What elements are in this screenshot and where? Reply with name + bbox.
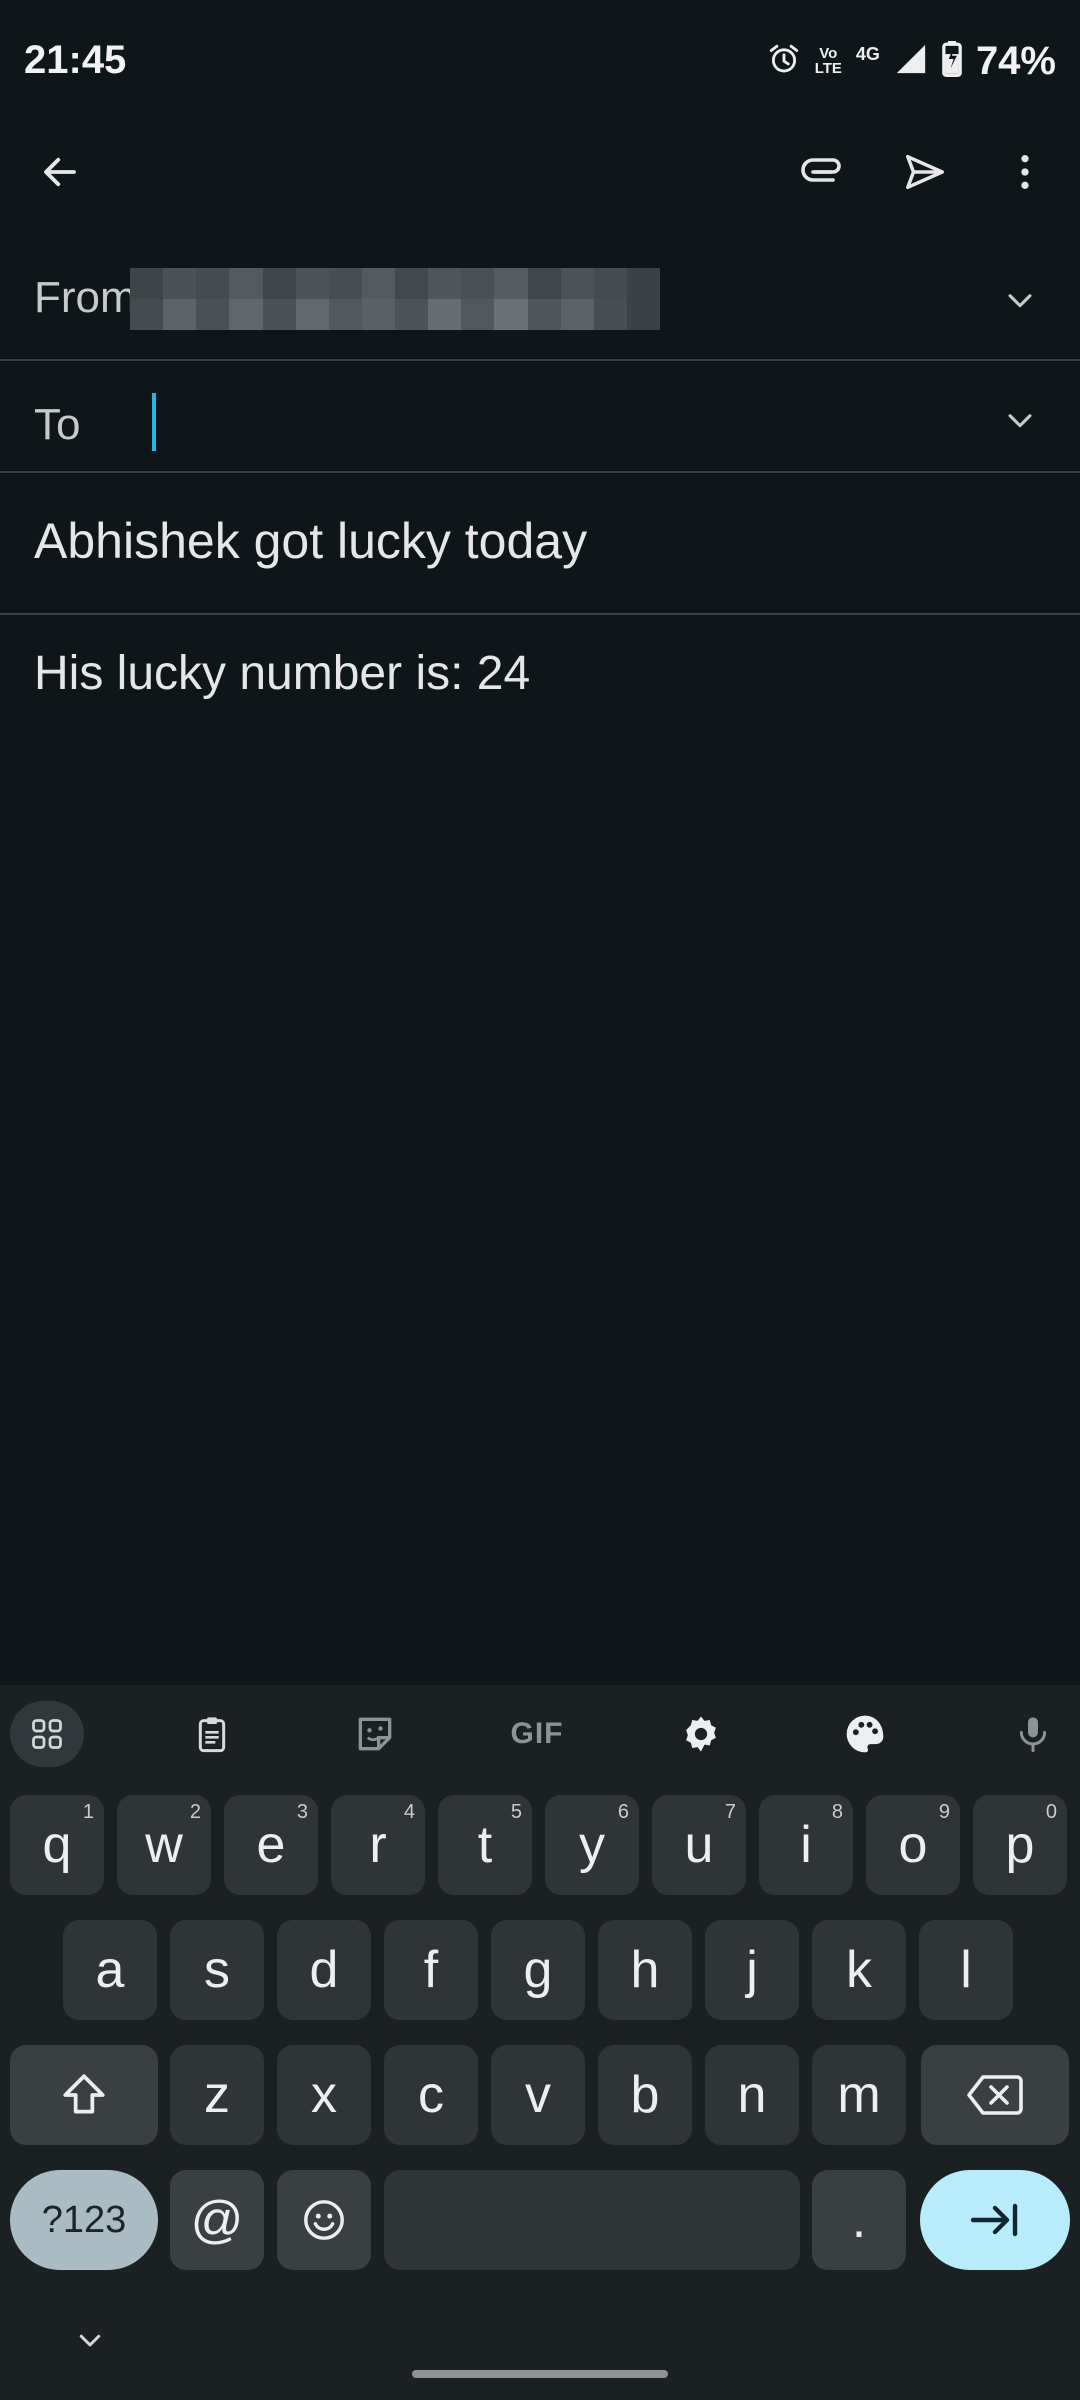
back-arrow-icon (44, 157, 76, 187)
divider (0, 613, 1080, 615)
key-n[interactable]: n (705, 2045, 799, 2145)
key-i[interactable]: i8 (759, 1795, 853, 1895)
palette-icon (846, 1715, 884, 1753)
key-t[interactable]: t5 (438, 1795, 532, 1895)
chevron-down-icon (1008, 294, 1032, 308)
chevron-down-icon (1008, 414, 1032, 428)
hide-keyboard-button[interactable] (50, 2310, 130, 2370)
to-label: To (34, 400, 81, 449)
status-time: 21:45 (24, 38, 127, 82)
divider (0, 471, 1080, 473)
key-o[interactable]: o9 (866, 1795, 960, 1895)
period-key[interactable]: . (812, 2170, 906, 2270)
back-button[interactable] (20, 132, 100, 212)
key-e[interactable]: e3 (224, 1795, 318, 1895)
sticker-button[interactable] (338, 1701, 412, 1767)
subject-field[interactable]: Abhishek got lucky today (34, 512, 587, 570)
gif-label: GIF (510, 1717, 564, 1750)
gif-button[interactable]: GIF (500, 1701, 574, 1767)
more-vert-icon (1021, 155, 1029, 189)
grid-icon (32, 1719, 62, 1749)
space-key[interactable] (384, 2170, 800, 2270)
chevron-down-icon (79, 2334, 101, 2347)
backspace-key[interactable] (921, 2045, 1069, 2145)
keyboard: GIF q1 w2 e3 r4 t5 y6 u7 i8 o9 p0 a s d … (0, 1685, 1080, 2400)
key-z[interactable]: z (170, 2045, 264, 2145)
body-field[interactable]: His lucky number is: 24 (34, 646, 530, 701)
emoji-icon (304, 2200, 344, 2240)
app-bar (0, 125, 1080, 220)
from-label: From (34, 273, 137, 322)
backspace-icon (967, 2075, 1023, 2115)
shift-key[interactable] (10, 2045, 158, 2145)
from-expand-button[interactable] (980, 260, 1060, 340)
volte-icon: Vo LTE (814, 45, 842, 77)
key-l[interactable]: l (919, 1920, 1013, 2020)
status-bar: 21:45 Vo LTE 4G 74% (0, 0, 1080, 125)
more-options-button[interactable] (985, 132, 1065, 212)
status-icons: Vo LTE 4G 74% (767, 36, 1056, 86)
attachment-icon (801, 158, 841, 182)
voice-input-button[interactable] (996, 1701, 1070, 1767)
key-m[interactable]: m (812, 2045, 906, 2145)
key-a[interactable]: a (63, 1920, 157, 2020)
key-b[interactable]: b (598, 2045, 692, 2145)
key-x[interactable]: x (277, 2045, 371, 2145)
battery-icon (942, 40, 962, 82)
key-g[interactable]: g (491, 1920, 585, 2020)
key-w[interactable]: w2 (117, 1795, 211, 1895)
keyboard-toolbar: GIF (0, 1685, 1080, 1785)
shift-icon (63, 2074, 105, 2114)
key-r[interactable]: r4 (331, 1795, 425, 1895)
key-y[interactable]: y6 (545, 1795, 639, 1895)
emoji-key[interactable] (277, 2170, 371, 2270)
tab-next-icon (970, 2203, 1018, 2237)
next-key[interactable] (920, 2170, 1070, 2270)
clipboard-icon (198, 1717, 226, 1753)
to-input[interactable] (140, 375, 960, 470)
apps-button[interactable] (10, 1701, 84, 1767)
send-button[interactable] (885, 132, 965, 212)
key-j[interactable]: j (705, 1920, 799, 2020)
key-f[interactable]: f (384, 1920, 478, 2020)
to-expand-button[interactable] (980, 380, 1060, 460)
text-cursor (152, 393, 156, 451)
settings-button[interactable] (664, 1701, 738, 1767)
battery-level: 74% (975, 38, 1056, 83)
attach-button[interactable] (783, 132, 863, 212)
key-q[interactable]: q1 (10, 1795, 104, 1895)
at-key[interactable]: @ (170, 2170, 264, 2270)
send-icon (906, 154, 944, 190)
signal-icon (894, 42, 928, 81)
key-h[interactable]: h (598, 1920, 692, 2020)
theme-button[interactable] (828, 1701, 902, 1767)
key-v[interactable]: v (491, 2045, 585, 2145)
key-k[interactable]: k (812, 1920, 906, 2020)
network-type: 4G (855, 43, 880, 64)
navigation-handle[interactable] (412, 2370, 668, 2378)
sticker-icon (358, 1717, 392, 1751)
key-c[interactable]: c (384, 2045, 478, 2145)
key-s[interactable]: s (170, 1920, 264, 2020)
redacted-sender-address (130, 268, 660, 330)
clipboard-button[interactable] (175, 1701, 249, 1767)
mic-icon (1019, 1717, 1047, 1753)
divider (0, 359, 1080, 361)
gear-icon (686, 1716, 716, 1752)
symbols-key[interactable]: ?123 (10, 2170, 158, 2270)
key-u[interactable]: u7 (652, 1795, 746, 1895)
key-p[interactable]: p0 (973, 1795, 1067, 1895)
key-d[interactable]: d (277, 1920, 371, 2020)
alarm-icon (767, 42, 801, 81)
